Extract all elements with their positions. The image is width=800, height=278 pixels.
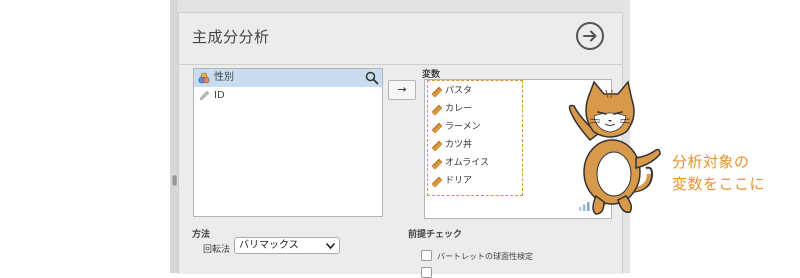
rotation-select[interactable]: バリマックス [234,237,340,254]
source-item-label: 性別 [214,72,234,83]
variable-item-curry[interactable]: カレー [431,100,472,118]
ruler-icon [431,122,443,133]
variable-item-katsudon[interactable]: カツ丼 [431,136,472,154]
cat-mascot-illustration [568,80,661,215]
variable-item-label: パスタ [445,86,473,96]
rotation-select-value: バリマックス [239,240,299,251]
splitter[interactable] [170,0,178,273]
chevron-down-icon [326,243,335,250]
annotation-line2: 変数をここに [672,175,766,193]
ruler-icon [431,86,443,97]
run-arrow-button[interactable] [576,22,604,50]
source-item-gender[interactable]: 性別 [194,69,382,87]
title-divider [179,64,622,65]
bartlett-checkbox[interactable] [421,250,432,261]
analysis-panel: 主成分分析 性別 ID → 変数 パスタ カレー ラーメン カツ丼 オムライス … [178,12,623,274]
precheck-section-label: 前提チェック [408,230,463,240]
rotation-label: 回転法 [203,245,231,255]
search-icon[interactable] [365,71,379,85]
bartlett-label: バートレットの球面性検定 [437,252,533,261]
ruler-icon [431,176,443,187]
variable-item-label: カツ丼 [445,140,473,150]
source-item-label: ID [214,90,225,101]
variable-item-label: オムライス [445,158,490,168]
variable-item-ramen[interactable]: ラーメン [431,118,481,136]
source-variable-list[interactable]: 性別 ID [193,68,383,217]
variable-item-omurice[interactable]: オムライス [431,154,489,172]
splitter-grip-icon[interactable]: ● ● ● [172,175,177,187]
method-section-label: 方法 [192,230,211,240]
variable-item-label: カレー [445,104,473,114]
annotation-text: 分析対象の 変数をここに [672,151,792,195]
move-to-variables-button[interactable]: → [388,80,416,100]
panel-title: 主成分分析 [192,28,270,46]
nominal-venn-icon [198,72,210,84]
arrow-right-circle-icon [583,30,597,42]
annotation-line1: 分析対象の [672,153,750,171]
ruler-icon [431,140,443,151]
ruler-icon [431,158,443,169]
variable-item-label: ドリア [445,176,473,186]
ruler-icon [431,104,443,115]
variable-item-label: ラーメン [445,122,481,132]
id-pencil-icon [199,90,210,101]
source-item-id[interactable]: ID [194,87,382,105]
variable-item-doria[interactable]: ドリア [431,172,472,190]
variable-item-pasta[interactable]: パスタ [431,82,472,100]
